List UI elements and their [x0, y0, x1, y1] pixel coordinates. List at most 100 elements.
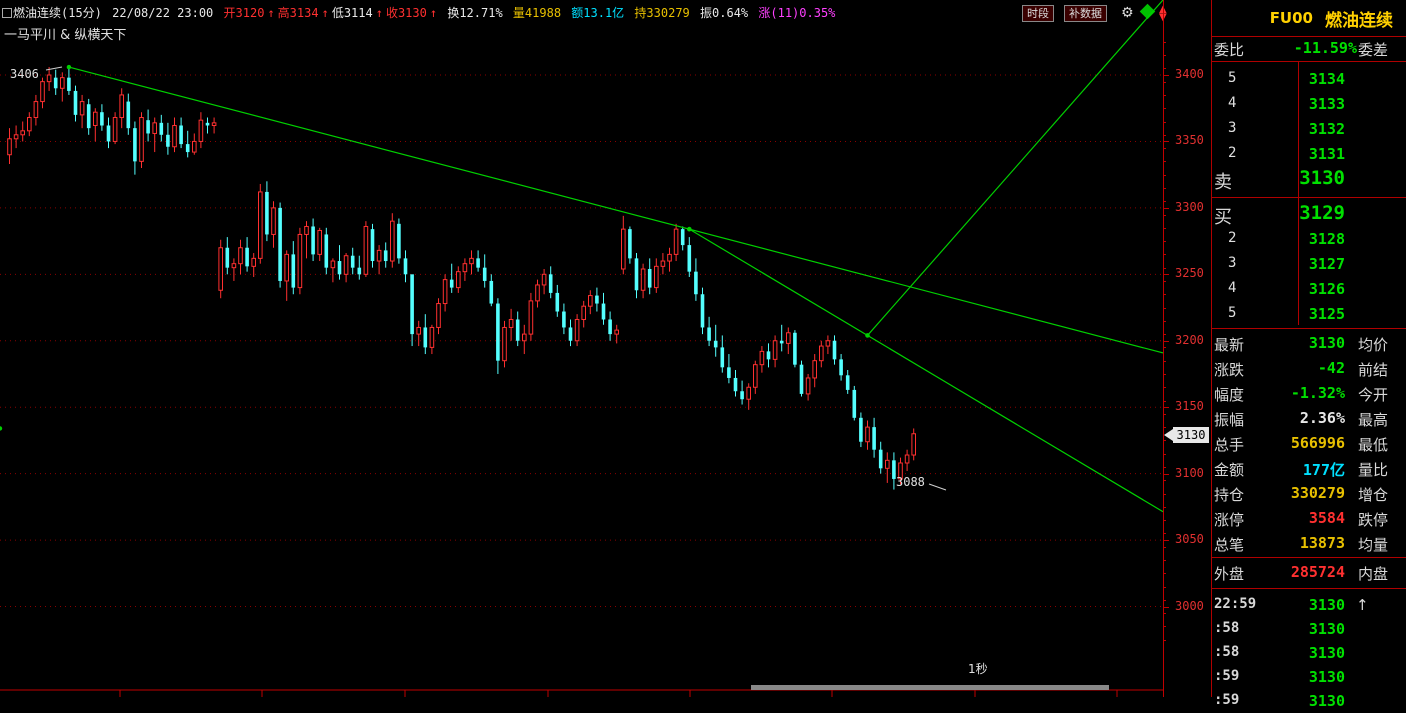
- candle[interactable]: [370, 223, 375, 268]
- candle[interactable]: [528, 292, 534, 341]
- candle[interactable]: [522, 324, 527, 355]
- candle[interactable]: [46, 67, 52, 91]
- candle[interactable]: [40, 77, 45, 109]
- candle[interactable]: [872, 417, 876, 458]
- candle[interactable]: [595, 287, 599, 312]
- candle[interactable]: [330, 258, 336, 283]
- candle[interactable]: [179, 117, 183, 149]
- candle[interactable]: [397, 218, 401, 264]
- candle[interactable]: [317, 227, 322, 262]
- candle[interactable]: [502, 320, 507, 368]
- candle[interactable]: [33, 94, 39, 126]
- candle[interactable]: [231, 258, 237, 281]
- candle[interactable]: [304, 221, 309, 259]
- candle[interactable]: [819, 340, 824, 368]
- candle[interactable]: [211, 117, 217, 134]
- candle[interactable]: [588, 290, 593, 315]
- candle[interactable]: [667, 247, 672, 272]
- candle[interactable]: [640, 263, 646, 299]
- candle[interactable]: [20, 121, 25, 142]
- candle[interactable]: [297, 227, 303, 295]
- trend-anchor[interactable]: [687, 226, 692, 232]
- candle[interactable]: [555, 284, 560, 317]
- trend-anchor[interactable]: [865, 333, 870, 338]
- candle[interactable]: [812, 354, 818, 388]
- candle[interactable]: [73, 85, 78, 122]
- candle[interactable]: [779, 324, 784, 352]
- candle[interactable]: [628, 226, 632, 264]
- candle[interactable]: [799, 360, 804, 397]
- candle[interactable]: [845, 369, 850, 394]
- candle[interactable]: [568, 319, 573, 347]
- horizontal-scrollbar[interactable]: [751, 685, 1109, 690]
- candle[interactable]: [759, 346, 765, 373]
- candle[interactable]: [805, 373, 811, 401]
- candle[interactable]: [205, 117, 210, 134]
- kline-chart[interactable]: 燃油连续(15分) 22/08/22 23:00 开3120 ↑ 高3134 ↑ 低31…: [0, 0, 1167, 697]
- candle[interactable]: [786, 327, 791, 355]
- candle[interactable]: [462, 258, 468, 281]
- candle[interactable]: [416, 320, 421, 347]
- candle[interactable]: [238, 239, 243, 275]
- candle[interactable]: [508, 308, 514, 341]
- candle[interactable]: [496, 298, 500, 374]
- candle[interactable]: [654, 258, 659, 293]
- trend-anchor[interactable]: [0, 426, 3, 431]
- candle[interactable]: [271, 201, 276, 248]
- candle[interactable]: [258, 183, 263, 264]
- candle[interactable]: [79, 94, 85, 129]
- candle[interactable]: [146, 109, 150, 142]
- candle[interactable]: [185, 130, 190, 158]
- candle[interactable]: [859, 412, 863, 448]
- candle[interactable]: [740, 380, 744, 405]
- candle[interactable]: [707, 316, 711, 347]
- candle[interactable]: [383, 242, 388, 268]
- candle[interactable]: [265, 181, 269, 242]
- candle[interactable]: [403, 250, 408, 283]
- candle[interactable]: [172, 117, 177, 153]
- candle[interactable]: [449, 263, 454, 293]
- candle[interactable]: [865, 420, 870, 450]
- candle[interactable]: [126, 93, 131, 135]
- candle[interactable]: [436, 298, 441, 335]
- candle[interactable]: [746, 383, 752, 410]
- candle[interactable]: [376, 245, 382, 275]
- candle[interactable]: [647, 258, 652, 295]
- candle[interactable]: [60, 72, 65, 102]
- candle[interactable]: [225, 237, 230, 275]
- candle[interactable]: [753, 360, 758, 394]
- candle[interactable]: [469, 250, 474, 275]
- candle[interactable]: [324, 227, 329, 275]
- candle[interactable]: [112, 112, 118, 145]
- candle[interactable]: [713, 324, 718, 357]
- candle[interactable]: [727, 354, 731, 384]
- candle[interactable]: [694, 258, 698, 301]
- trend-anchor[interactable]: [66, 64, 72, 70]
- candle[interactable]: [251, 253, 256, 277]
- candle[interactable]: [27, 112, 32, 137]
- candle[interactable]: [119, 88, 125, 129]
- candle[interactable]: [839, 354, 843, 381]
- candle[interactable]: [291, 241, 296, 295]
- candle[interactable]: [311, 218, 315, 262]
- candle[interactable]: [878, 441, 883, 474]
- candle[interactable]: [911, 428, 917, 461]
- candle[interactable]: [100, 104, 104, 131]
- candle[interactable]: [700, 287, 705, 335]
- candle[interactable]: [245, 237, 249, 272]
- candle[interactable]: [608, 311, 612, 341]
- candle[interactable]: [198, 112, 204, 149]
- candle[interactable]: [535, 279, 540, 308]
- candle[interactable]: [601, 292, 606, 325]
- candle[interactable]: [673, 223, 679, 262]
- candle[interactable]: [7, 128, 12, 165]
- candle[interactable]: [904, 449, 910, 471]
- candle[interactable]: [482, 254, 487, 288]
- candle[interactable]: [562, 303, 566, 335]
- candle[interactable]: [476, 250, 480, 272]
- trend-line[interactable]: [68, 66, 1163, 354]
- candle[interactable]: [541, 268, 547, 295]
- candle[interactable]: [680, 226, 685, 251]
- candle[interactable]: [852, 385, 857, 421]
- candle[interactable]: [442, 274, 448, 312]
